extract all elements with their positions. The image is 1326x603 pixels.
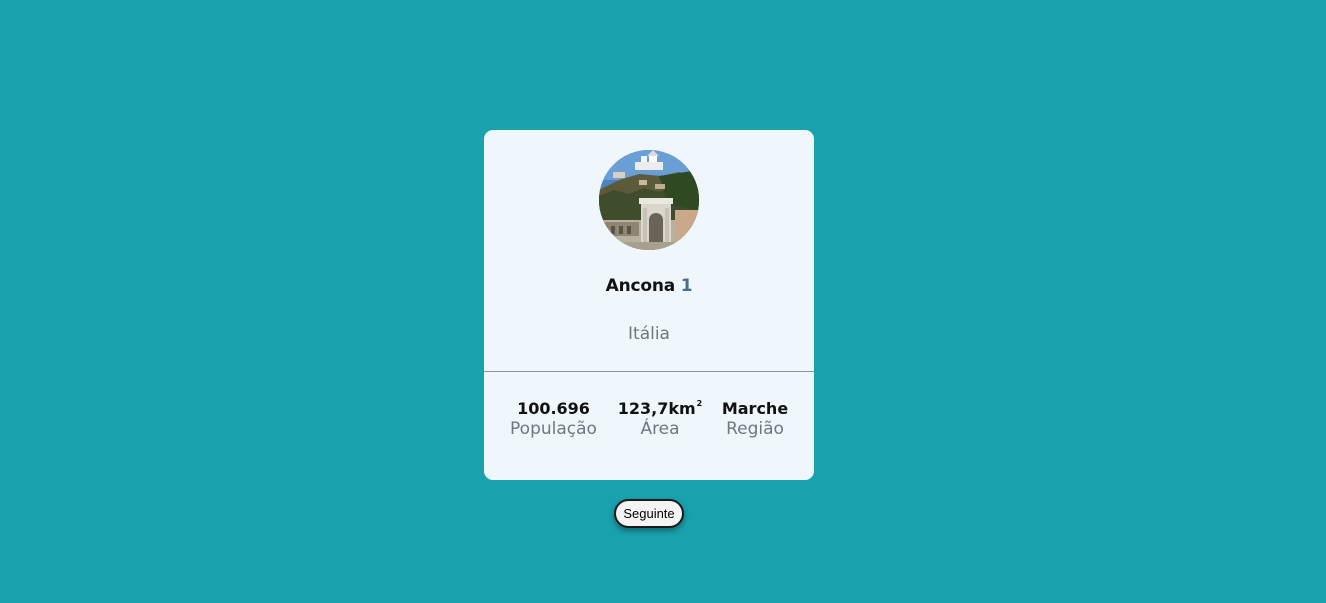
- city-title: Ancona 1: [484, 276, 814, 296]
- next-button[interactable]: Seguinte: [614, 499, 684, 528]
- population-value: 100.696: [517, 399, 590, 418]
- city-rank: 1: [680, 276, 693, 296]
- city-country: Itália: [628, 324, 670, 344]
- city-name: Ancona: [605, 276, 676, 296]
- stat-population: 100.696 População: [506, 399, 601, 439]
- card-divider: [484, 371, 814, 372]
- area-label: Área: [640, 419, 680, 439]
- stat-region: Marche Região: [714, 399, 796, 439]
- region-value: Marche: [721, 399, 789, 418]
- population-label: População: [510, 419, 597, 439]
- area-number: 123,7km: [617, 399, 696, 418]
- city-card: Ancona 1 Itália 100.696 População 123,7k…: [484, 130, 814, 480]
- city-photo: [599, 150, 699, 250]
- stat-area: 123,7km2 Área: [615, 399, 705, 439]
- area-value: 123,7km2: [615, 399, 705, 418]
- region-label: Região: [726, 419, 784, 439]
- area-unit-superscript: 2: [696, 399, 703, 408]
